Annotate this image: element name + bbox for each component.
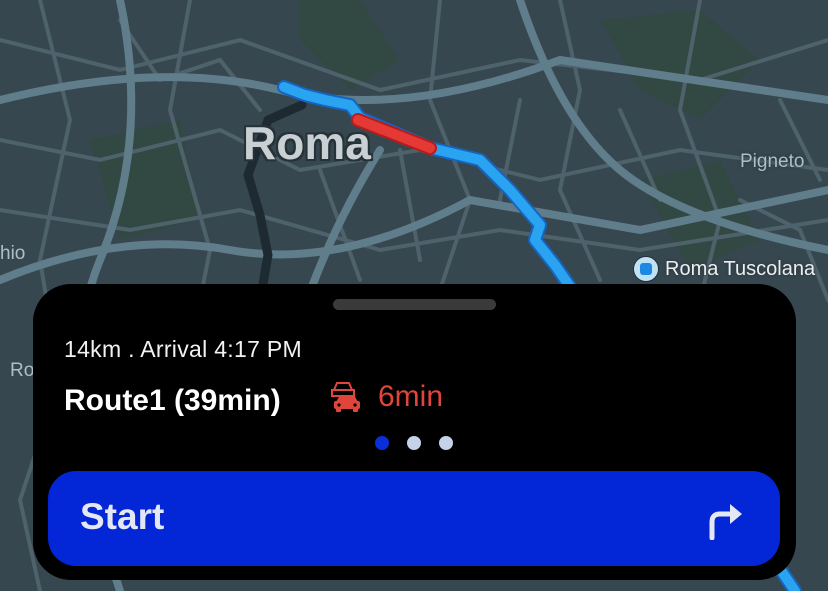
district-label: Pigneto: [740, 151, 805, 172]
map-edge-label: hio: [0, 243, 26, 264]
drag-handle[interactable]: [333, 299, 496, 310]
poi-label: Roma Tuscolana: [665, 257, 816, 280]
poi-marker[interactable]: Roma Tuscolana: [633, 256, 815, 282]
route-info: 14km . Arrival 4:17 PM: [64, 336, 302, 362]
route-name: Route1 (39min): [64, 384, 281, 417]
traffic-delay: 6min: [378, 380, 444, 413]
start-button[interactable]: Start: [48, 471, 780, 566]
page-dot[interactable]: [375, 436, 389, 450]
page-dot[interactable]: [407, 436, 421, 450]
traffic-cars-icon: [331, 382, 360, 412]
route-sheet: 14km . Arrival 4:17 PM Route1 (39min) 6m…: [33, 284, 796, 580]
turn-right-arrow-icon: [709, 504, 742, 540]
map-edge-label: Ro: [10, 360, 35, 381]
traffic-indicator: 6min: [328, 380, 443, 414]
page-dot[interactable]: [439, 436, 453, 450]
page-indicator[interactable]: [375, 436, 453, 450]
start-button-label: Start: [80, 496, 165, 537]
train-station-icon: [633, 256, 659, 282]
city-label: Roma: [243, 117, 371, 169]
